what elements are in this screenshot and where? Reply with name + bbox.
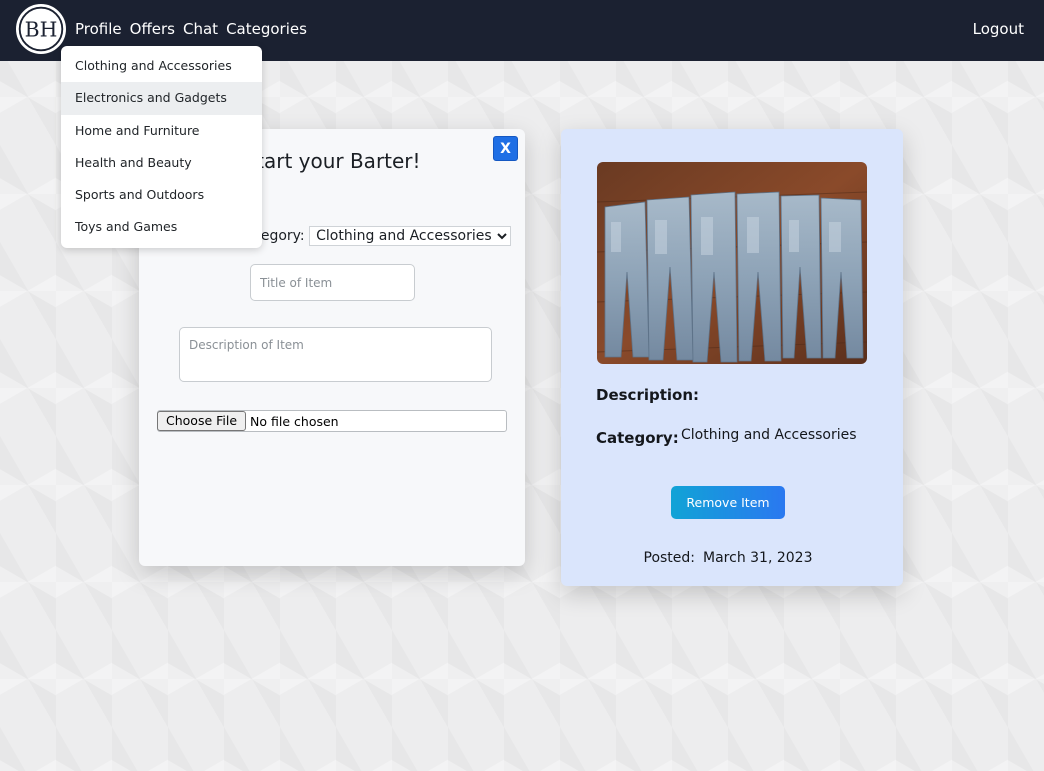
logo-icon: BH: [18, 6, 64, 52]
category-row: Category: Clothing and Accessories: [237, 226, 512, 246]
dropdown-item-electronics[interactable]: Electronics and Gadgets: [61, 82, 262, 115]
jeans-photo-icon: [597, 162, 867, 364]
posted-label: Posted:: [643, 550, 696, 566]
item-image: [597, 162, 867, 364]
posted-date: March 31, 2023: [703, 550, 813, 566]
dropdown-item-home[interactable]: Home and Furniture: [61, 115, 262, 147]
dropdown-item-sports[interactable]: Sports and Outdoors: [61, 179, 262, 211]
item-category-label: Category:: [596, 429, 679, 447]
description-input[interactable]: [179, 327, 492, 382]
brand-logo[interactable]: BH: [14, 2, 68, 56]
nav-chat[interactable]: Chat: [183, 19, 218, 39]
file-status: No file chosen: [250, 413, 339, 429]
title-input[interactable]: [250, 264, 415, 301]
item-category-value: Clothing and Accessories: [681, 427, 857, 443]
choose-file-button[interactable]: Choose File: [157, 411, 247, 431]
nav-offers[interactable]: Offers: [130, 19, 175, 39]
file-input[interactable]: Choose File No file chosen: [157, 410, 507, 432]
dropdown-item-toys[interactable]: Toys and Games: [61, 211, 262, 243]
nav-profile[interactable]: Profile: [75, 19, 122, 39]
description-label: Description:: [596, 386, 700, 404]
category-select[interactable]: Clothing and Accessories: [309, 226, 512, 246]
remove-item-button[interactable]: Remove Item: [671, 486, 785, 519]
posted-row: Posted: March 31, 2023: [561, 550, 903, 566]
dropdown-item-clothing[interactable]: Clothing and Accessories: [61, 50, 262, 82]
logo-text: BH: [25, 17, 58, 41]
nav-links: Profile Offers Chat Categories: [75, 19, 315, 39]
logout-link[interactable]: Logout: [973, 19, 1024, 39]
nav-categories[interactable]: Categories: [226, 19, 307, 39]
categories-dropdown: Clothing and Accessories Electronics and…: [61, 46, 262, 248]
dropdown-item-health[interactable]: Health and Beauty: [61, 147, 262, 179]
item-card: Description: Category: Clothing and Acce…: [561, 129, 903, 586]
